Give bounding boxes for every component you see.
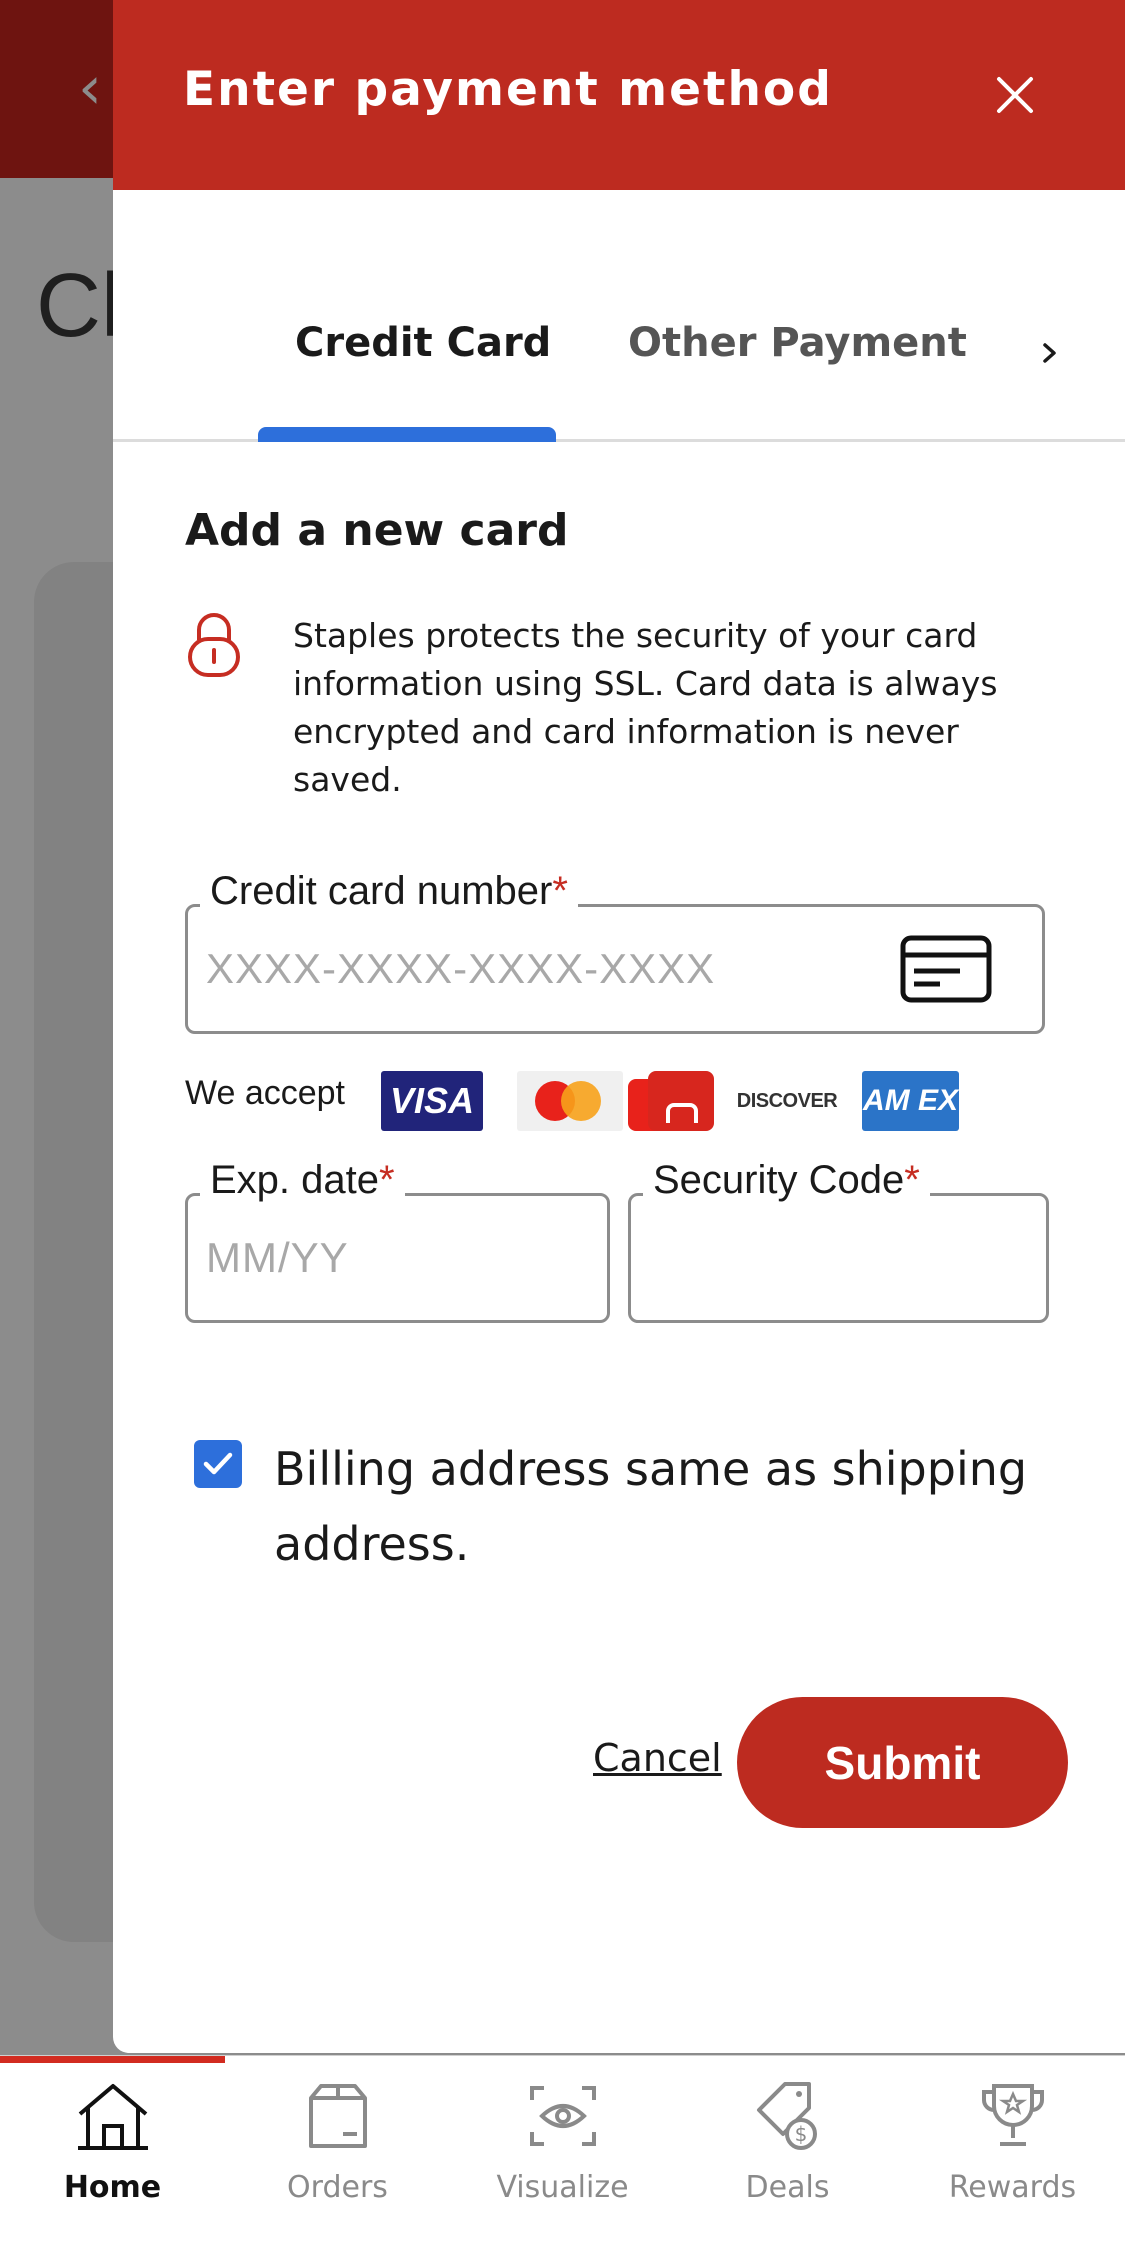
- jcb-logo: [628, 1071, 714, 1131]
- close-icon: [997, 77, 1033, 113]
- credit-card-icon: [900, 935, 992, 1003]
- nav-active-indicator: [0, 2056, 225, 2063]
- nav-label-visualize: Visualize: [496, 2170, 629, 2205]
- submit-button[interactable]: Submit: [737, 1697, 1068, 1828]
- nav-label-home: Home: [63, 2170, 162, 2205]
- lock-icon: [188, 613, 240, 677]
- cancel-button[interactable]: Cancel: [593, 1736, 722, 1780]
- mastercard-logo: [517, 1071, 623, 1131]
- security-note: Staples protects the security of your ca…: [293, 616, 998, 799]
- we-accept-label: We accept: [185, 1074, 346, 1112]
- tab-credit-card[interactable]: Credit Card: [295, 320, 551, 366]
- svg-text:$: $: [794, 2122, 807, 2146]
- payment-tabs: Credit Card Other Payment: [113, 190, 1125, 442]
- active-tab-indicator: [258, 427, 556, 442]
- nav-label-orders: Orders: [287, 2170, 388, 2205]
- nav-item-rewards[interactable]: Rewards: [900, 2080, 1125, 2230]
- chevron-right-icon: [1043, 343, 1056, 363]
- billing-same-checkbox[interactable]: [194, 1440, 242, 1488]
- security-code-field: Security Code*: [628, 1158, 1049, 1323]
- home-icon: [77, 2084, 148, 2150]
- security-code-input[interactable]: [631, 1196, 1046, 1320]
- tab-other-payment[interactable]: Other Payment: [628, 320, 967, 366]
- exp-date-field: Exp. date*: [185, 1158, 610, 1323]
- bottom-nav: Home Orders Visualize $ Deals Rewards: [0, 2055, 1125, 2241]
- price-tag-icon: $: [756, 2082, 817, 2150]
- nav-item-orders[interactable]: Orders: [225, 2080, 450, 2230]
- background-page-title: Cl: [36, 256, 121, 356]
- box-icon: [308, 2084, 367, 2148]
- nav-item-home[interactable]: Home: [0, 2080, 225, 2230]
- trophy-icon: [981, 2084, 1044, 2146]
- payment-modal: Enter payment method Credit Card Other P…: [113, 0, 1125, 2053]
- amex-logo: AM EX: [862, 1071, 959, 1131]
- discover-logo: DISCOVER: [736, 1089, 838, 1112]
- close-button[interactable]: [973, 58, 1057, 132]
- checkmark-icon: [203, 1452, 233, 1475]
- exp-date-input[interactable]: [188, 1196, 607, 1320]
- billing-same-label[interactable]: Billing address same as shipping address…: [274, 1432, 1074, 1582]
- eye-scan-icon: [529, 2086, 596, 2146]
- nav-label-deals: Deals: [745, 2170, 830, 2205]
- visa-logo: VISA: [381, 1071, 483, 1131]
- tabs-scroll-right-button[interactable]: [1025, 328, 1075, 378]
- card-number-field: Credit card number*: [185, 869, 1045, 1034]
- section-title: Add a new card: [185, 505, 569, 556]
- nav-item-deals[interactable]: $ Deals: [675, 2080, 900, 2230]
- modal-header: Enter payment method: [113, 0, 1125, 190]
- nav-label-rewards: Rewards: [948, 2170, 1077, 2205]
- card-number-input[interactable]: [188, 907, 888, 1031]
- modal-title: Enter payment method: [183, 62, 833, 117]
- nav-item-visualize[interactable]: Visualize: [450, 2080, 675, 2230]
